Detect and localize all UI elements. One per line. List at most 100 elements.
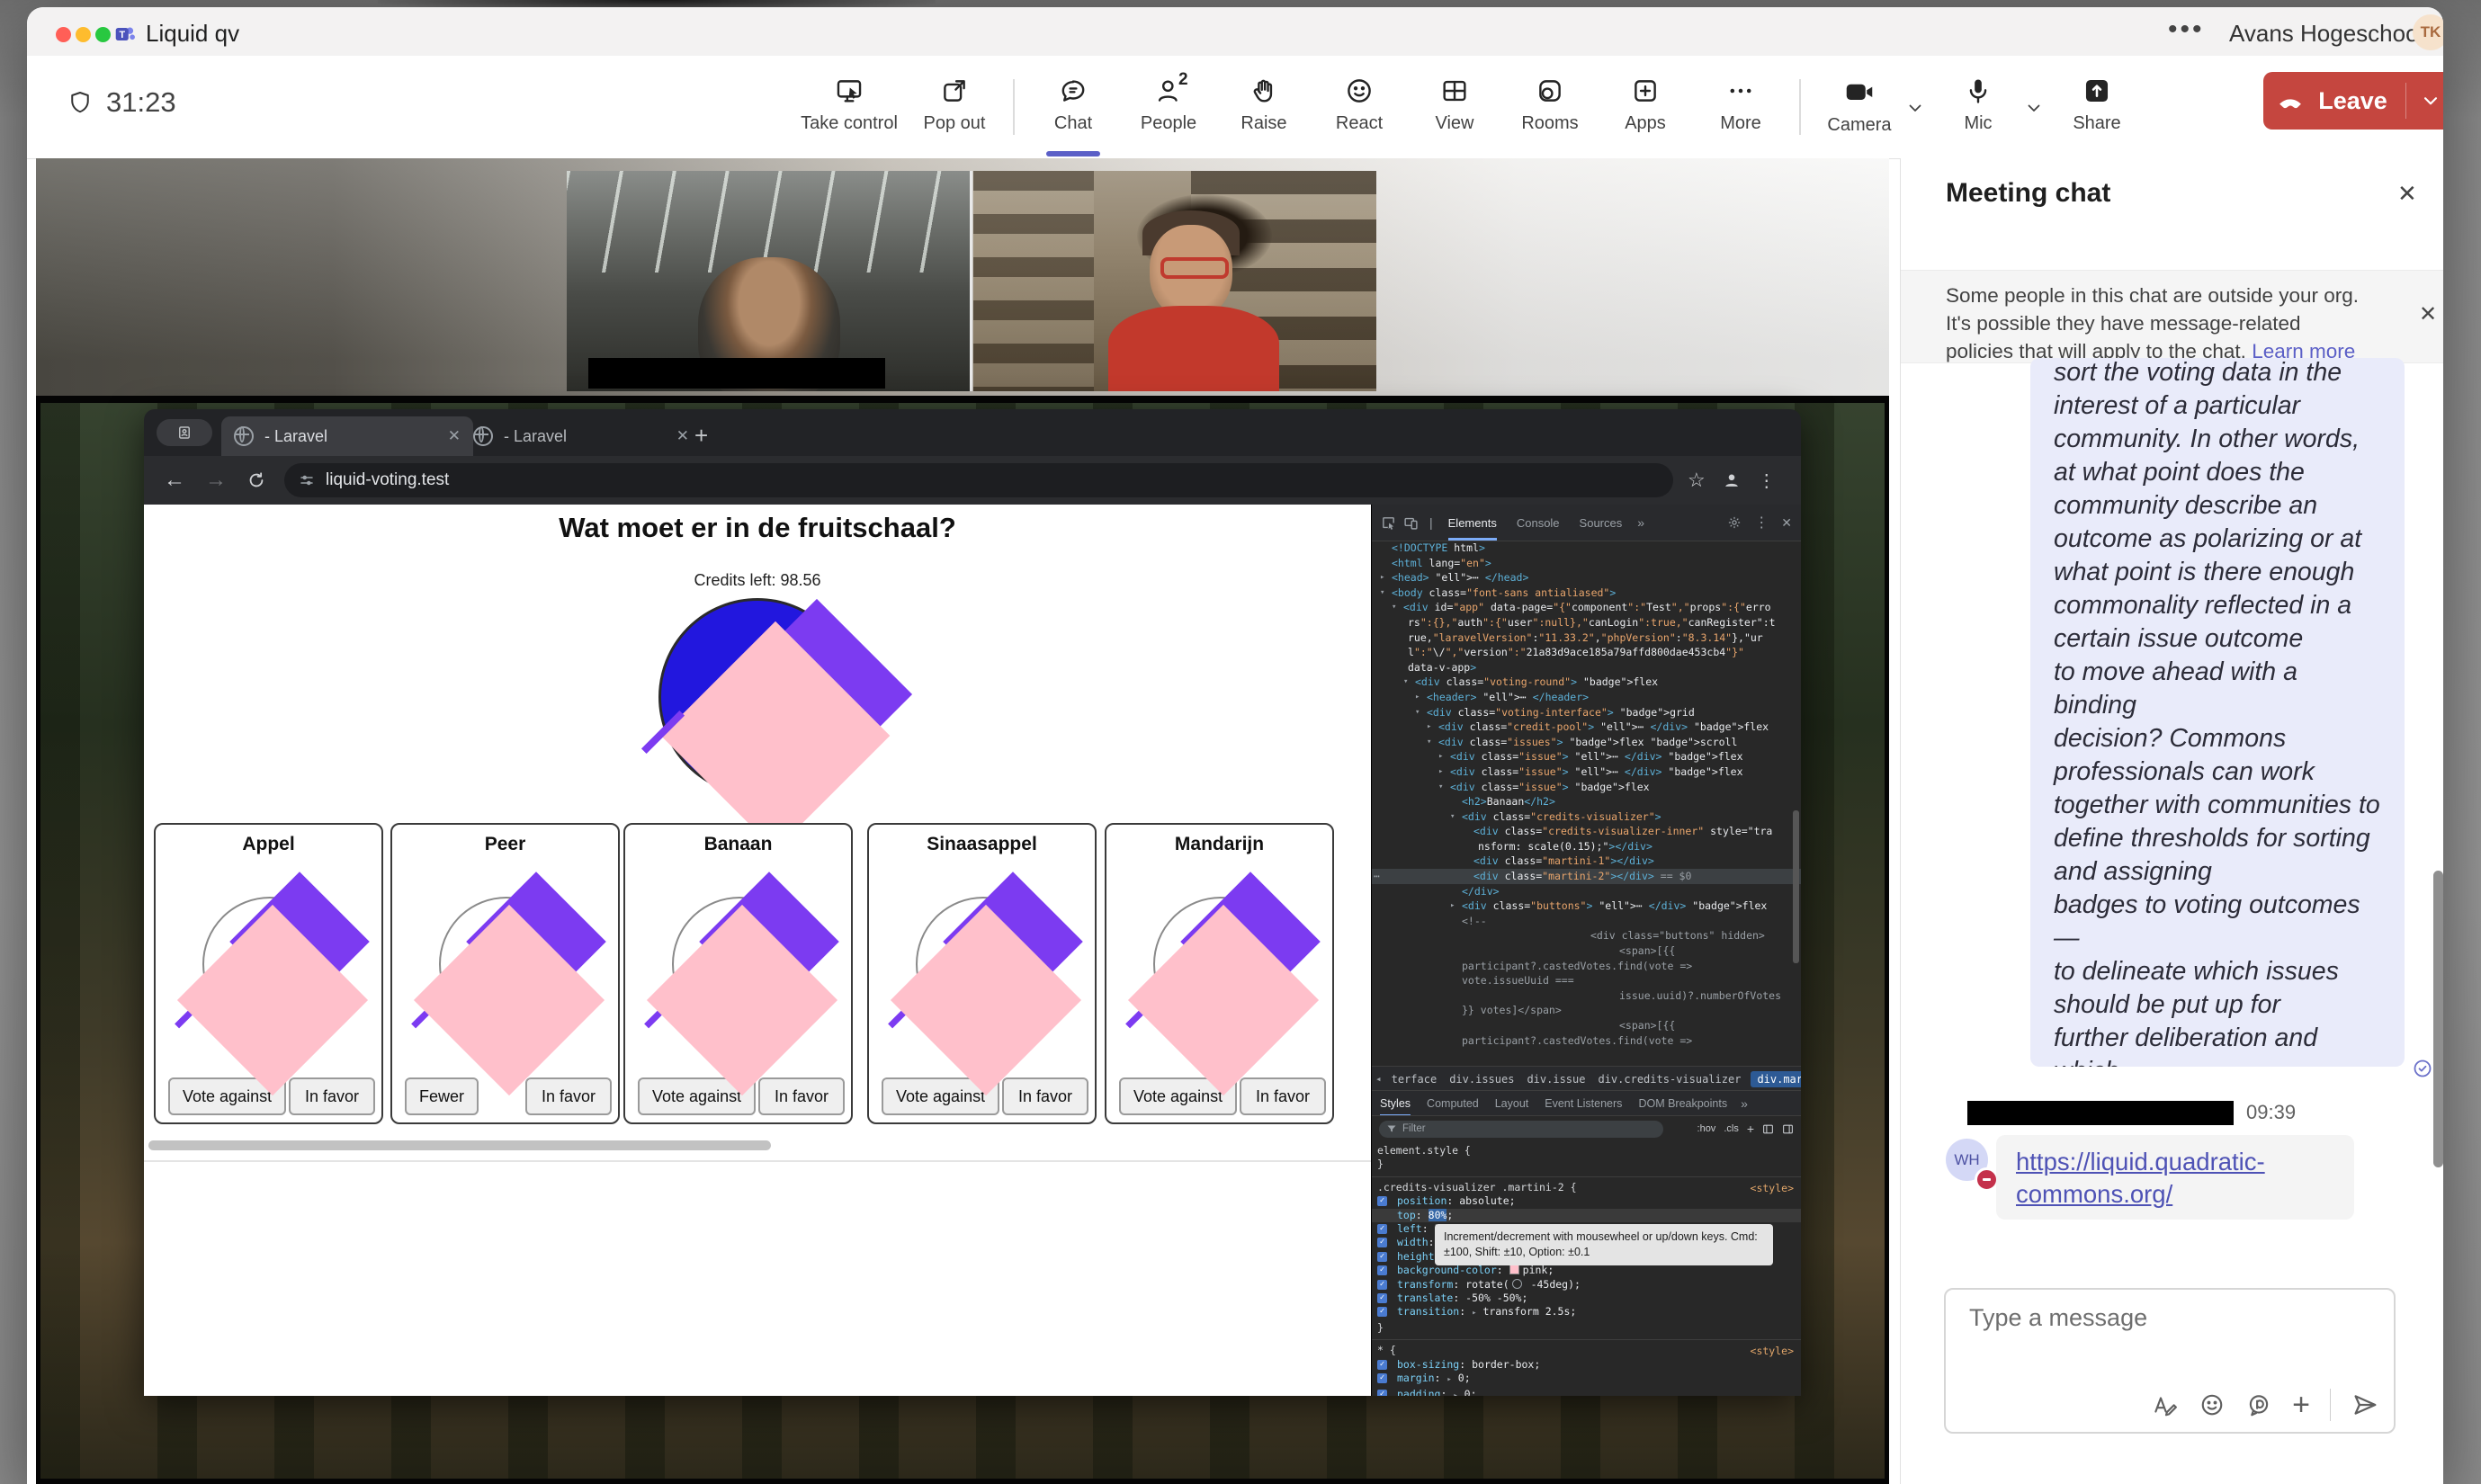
styles-toolbar-ops[interactable]: :hov .cls + <box>1697 1122 1794 1136</box>
styles-filter-input[interactable]: Filter <box>1379 1121 1663 1138</box>
css-property-translate[interactable]: ✓translate: -50% -50%; <box>1372 1292 1801 1305</box>
dom-node-line[interactable]: <!-- <box>1372 914 1801 929</box>
dom-node-line[interactable]: <span>[{{ <box>1372 1018 1801 1033</box>
toolbar-pop-out-button[interactable]: Pop out <box>907 67 1002 149</box>
css-property-transition[interactable]: ✓transition: ▸ transform 2.5s; <box>1372 1305 1801 1320</box>
breadcrumb-item[interactable]: div.issues <box>1449 1073 1514 1086</box>
back-icon[interactable]: ← <box>164 468 185 493</box>
toolbar-apps-button[interactable]: Apps <box>1598 67 1693 149</box>
devtools-scrollbar[interactable] <box>1793 810 1799 963</box>
styles-tab-computed[interactable]: Computed <box>1427 1091 1479 1116</box>
notice-close-icon[interactable]: ✕ <box>2419 301 2437 327</box>
leave-chevron-icon[interactable] <box>2419 89 2442 112</box>
dom-node-line[interactable]: vote.issueUuid === <box>1372 973 1801 988</box>
styles-tab-event-listeners[interactable]: Event Listeners <box>1545 1091 1622 1116</box>
dom-node-line[interactable]: l":"\/","version":"21a83d9ace185a79affd8… <box>1372 645 1801 660</box>
chat-scrollbar[interactable] <box>2433 871 2443 1167</box>
browser-profile-icon[interactable] <box>1722 470 1742 490</box>
minimize-traffic-light[interactable] <box>76 27 91 42</box>
participant-video-1[interactable] <box>567 171 972 391</box>
address-bar[interactable]: liquid-voting.test <box>284 463 1673 497</box>
dom-node-line[interactable]: ▸<head> "ell">⋯ </head> <box>1372 570 1801 586</box>
elements-breadcrumbs[interactable]: ◂terfacediv.issuesdiv.issuediv.credits-v… <box>1372 1066 1801 1091</box>
dom-node-line[interactable]: ▸<div class="issue"> "ell">⋯ </div> "bad… <box>1372 764 1801 780</box>
devtools-more-tabs-icon[interactable]: » <box>1637 515 1644 530</box>
styles-pane[interactable]: element.style {}<style>.credits-visualiz… <box>1372 1140 1801 1396</box>
styles-tab-dom-breakpoints[interactable]: DOM Breakpoints <box>1638 1091 1727 1116</box>
site-settings-icon[interactable] <box>299 472 315 488</box>
loop-icon[interactable] <box>2245 1391 2272 1418</box>
universal-rule[interactable]: <style>* {✓box-sizing: border-box;✓margi… <box>1372 1340 1801 1396</box>
toolbar-raise-button[interactable]: Raise <box>1216 67 1312 149</box>
vote-favor-button[interactable]: In favor <box>1002 1077 1088 1115</box>
vote-favor-button[interactable]: In favor <box>525 1077 612 1115</box>
dom-node-line[interactable]: rue,"laravelVersion":"11.33.2","phpVersi… <box>1372 630 1801 646</box>
devtools-tab-console[interactable]: Console <box>1517 505 1560 541</box>
device-toolbar-icon[interactable] <box>1403 515 1419 531</box>
css-property-background-color[interactable]: ✓background-color: pink; <box>1372 1264 1801 1277</box>
css-property-box-sizing[interactable]: ✓box-sizing: border-box; <box>1372 1358 1801 1372</box>
breadcrumb-item[interactable]: div.issue <box>1527 1073 1585 1086</box>
toolbar-mic-button[interactable]: Mic <box>1930 67 2026 149</box>
dom-node-line[interactable]: <!DOCTYPE html> <box>1372 541 1801 556</box>
selected-dom-node[interactable]: <div class="martini-2"></div> == $0 <box>1372 869 1801 884</box>
vote-favor-button[interactable]: In favor <box>758 1077 845 1115</box>
gear-icon[interactable] <box>1727 515 1742 530</box>
tab-close-icon[interactable]: ✕ <box>448 427 461 445</box>
toolbar-share-button[interactable]: Share <box>2049 67 2145 149</box>
dom-node-line[interactable]: ▸<header> "ell">⋯ </header> <box>1372 690 1801 705</box>
dom-node-line[interactable]: issue.uuid)?.numberOfVotes <box>1372 988 1801 1004</box>
dom-node-line[interactable]: ▾<div class="credits-visualizer"> <box>1372 809 1801 825</box>
toolbar-people-button[interactable]: People2 <box>1121 67 1216 149</box>
user-avatar[interactable]: TK <box>2413 14 2443 50</box>
dom-node-line[interactable]: ▾<div class="voting-interface"> "badge">… <box>1372 705 1801 720</box>
devtools-tab-elements[interactable]: Elements <box>1448 505 1497 541</box>
browser-tab-inactive[interactable]: - Laravel ✕ <box>461 416 702 456</box>
breadcrumb-left-icon[interactable]: ◂ <box>1375 1073 1382 1085</box>
breadcrumb-item[interactable]: div.credits-visualizer <box>1598 1073 1741 1086</box>
toolbar-react-button[interactable]: React <box>1312 67 1407 149</box>
chat-close-icon[interactable]: ✕ <box>2397 180 2417 208</box>
chrome-profile-button[interactable] <box>157 419 212 446</box>
titlebar-more-icon[interactable]: ••• <box>2168 14 2205 45</box>
bookmark-star-icon[interactable]: ☆ <box>1688 469 1706 492</box>
toolbar-more-button[interactable]: More <box>1693 67 1788 149</box>
devtools-tab-sources[interactable]: Sources <box>1580 505 1623 541</box>
close-traffic-light[interactable] <box>56 27 71 42</box>
dom-node-line[interactable]: ▸<div class="issue"> "ell">⋯ </div> "bad… <box>1372 749 1801 764</box>
toolbar-view-button[interactable]: View <box>1407 67 1502 149</box>
devtools-menu-icon[interactable]: ⋮ <box>1754 514 1769 532</box>
css-property-position[interactable]: ✓position: absolute; <box>1372 1194 1801 1208</box>
dom-node-line[interactable]: participant?.castedVotes.find(vote => <box>1372 1033 1801 1049</box>
dom-node-line[interactable]: <div class="martini-1"></div> <box>1372 854 1801 869</box>
elements-tree[interactable]: <!DOCTYPE html><html lang="en">▸<head> "… <box>1372 541 1801 1066</box>
reload-icon[interactable] <box>246 470 266 490</box>
styles-more-tabs-icon[interactable]: » <box>1741 1096 1748 1111</box>
browser-menu-icon[interactable]: ⋮ <box>1758 469 1776 492</box>
dom-node-line[interactable]: ▾<div class="issue"> "badge">flex <box>1372 780 1801 795</box>
shared-link[interactable]: https://liquid.quadratic-commons.org/ <box>2016 1148 2265 1208</box>
dom-node-line[interactable]: ▾<div class="voting-round"> "badge">flex <box>1372 675 1801 690</box>
dom-node-line[interactable]: nsform: scale(0.15);"></div> <box>1372 839 1801 854</box>
toolbar-camera-button[interactable]: Camera <box>1812 67 1907 149</box>
element-style-rule[interactable]: element.style {} <box>1372 1140 1801 1177</box>
vote-favor-button[interactable]: In favor <box>1240 1077 1326 1115</box>
dom-node-line[interactable]: <h2>Banaan</h2> <box>1372 794 1801 809</box>
tab-close-icon[interactable]: ✕ <box>676 427 689 445</box>
css-property-transform[interactable]: ✓transform: rotate( -45deg); <box>1372 1278 1801 1292</box>
format-icon[interactable] <box>2152 1391 2179 1418</box>
stylesheet-link[interactable]: <style> <box>1751 1345 1794 1358</box>
vote-favor-button[interactable]: In favor <box>289 1077 375 1115</box>
dom-node-line[interactable]: <html lang="en"> <box>1372 556 1801 571</box>
forward-icon[interactable]: → <box>205 468 227 493</box>
dom-node-line[interactable]: rs":{},"auth":{"user":null},"canLogin":t… <box>1372 615 1801 630</box>
dom-node-line[interactable]: participant?.castedVotes.find(vote => <box>1372 959 1801 974</box>
participant-video-2[interactable] <box>973 171 1376 391</box>
css-property-margin[interactable]: ✓margin: ▸ 0; <box>1372 1372 1801 1387</box>
attach-plus-icon[interactable]: + <box>2292 1391 2310 1418</box>
breadcrumb-item[interactable]: div.martini-2 <box>1751 1071 1801 1087</box>
leave-button[interactable]: Leave <box>2263 72 2443 130</box>
dom-node-line[interactable]: ▾<body class="font-sans antialiased"> <box>1372 586 1801 601</box>
css-property-top[interactable]: top: 80%; <box>1372 1209 1801 1222</box>
toolbar-take-control-button[interactable]: Take control <box>792 67 907 149</box>
